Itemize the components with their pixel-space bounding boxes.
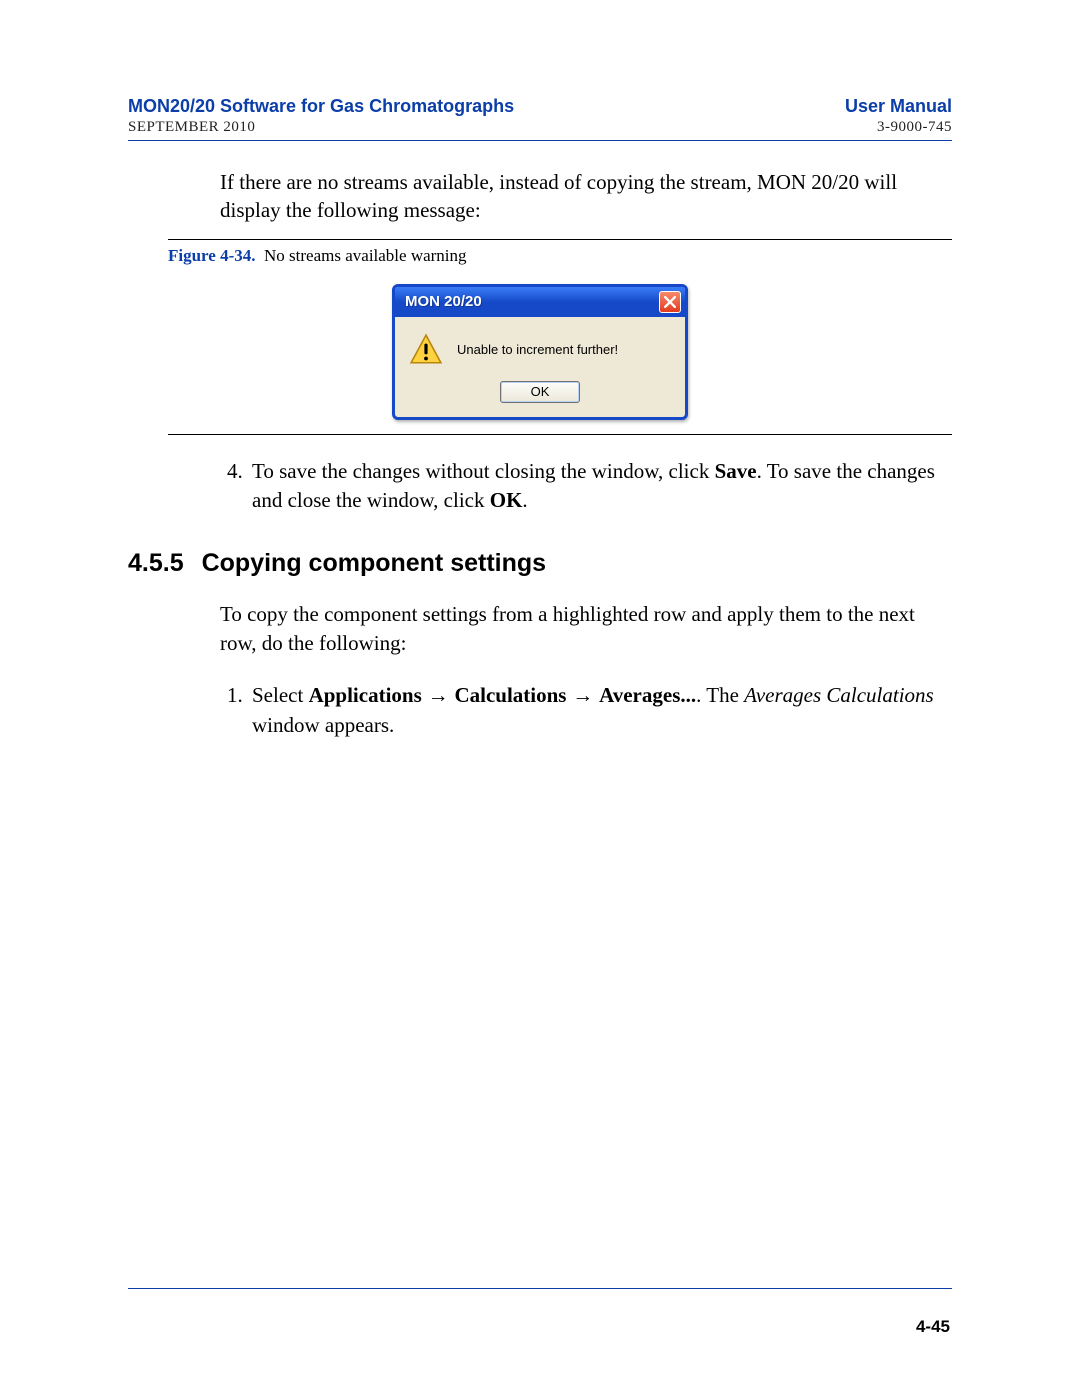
close-icon[interactable]	[659, 291, 681, 313]
dialog-titlebar: MON 20/20	[395, 287, 685, 317]
figure-label: Figure 4-34.	[168, 246, 256, 265]
dialog-title: MON 20/20	[405, 293, 482, 310]
step4-text-c: .	[522, 488, 527, 512]
ok-button[interactable]: OK	[500, 381, 580, 403]
page-header: MON20/20 Software for Gas Chromatographs…	[128, 96, 952, 149]
step-4: To save the changes without closing the …	[248, 457, 952, 516]
arrow-icon: →	[422, 684, 455, 707]
step-1: Select Applications → Calculations → Ave…	[248, 681, 952, 740]
dialog-message: Unable to increment further!	[457, 342, 618, 357]
figure-rule-top	[168, 239, 952, 240]
intro-paragraph: If there are no streams available, inste…	[220, 168, 952, 225]
step-list-continued: To save the changes without closing the …	[220, 457, 952, 516]
section-number: 4.5.5	[128, 549, 184, 577]
warning-icon	[409, 333, 443, 367]
menu-averages: Averages...	[599, 683, 696, 707]
header-title-right: User Manual	[845, 96, 952, 117]
header-docnum: 3-9000-745	[877, 119, 952, 136]
header-date: SEPTEMBER 2010	[128, 119, 255, 136]
section-heading: 4.5.5 Copying component settings	[128, 549, 952, 578]
warning-dialog: MON 20/20 Unable to increment further! O…	[392, 284, 688, 420]
manual-page: MON20/20 Software for Gas Chromatographs…	[0, 0, 1080, 1397]
figure-rule-bottom	[168, 434, 952, 435]
step1-text-c: window appears.	[252, 713, 394, 737]
step1-text-b: . The	[696, 683, 744, 707]
step4-text-a: To save the changes without closing the …	[252, 459, 715, 483]
figure-caption: Figure 4-34. No streams available warnin…	[168, 246, 952, 266]
menu-applications: Applications	[309, 683, 422, 707]
figure-caption-text: No streams available warning	[264, 246, 467, 265]
ok-label: OK	[490, 488, 523, 512]
page-number: 4-45	[916, 1317, 950, 1337]
step1-text-a: Select	[252, 683, 309, 707]
save-label: Save	[715, 459, 757, 483]
section-intro-paragraph: To copy the component settings from a hi…	[220, 600, 952, 657]
header-title-left: MON20/20 Software for Gas Chromatographs	[128, 96, 514, 117]
menu-calculations: Calculations	[454, 683, 566, 707]
figure-image: MON 20/20 Unable to increment further! O…	[128, 284, 952, 420]
step-list: Select Applications → Calculations → Ave…	[220, 681, 952, 740]
window-name: Averages Calculations	[744, 683, 934, 707]
page-body: If there are no streams available, inste…	[128, 168, 952, 750]
header-rule	[128, 140, 952, 141]
footer-rule	[128, 1288, 952, 1289]
arrow-icon: →	[566, 684, 599, 707]
section-title: Copying component settings	[202, 549, 546, 577]
